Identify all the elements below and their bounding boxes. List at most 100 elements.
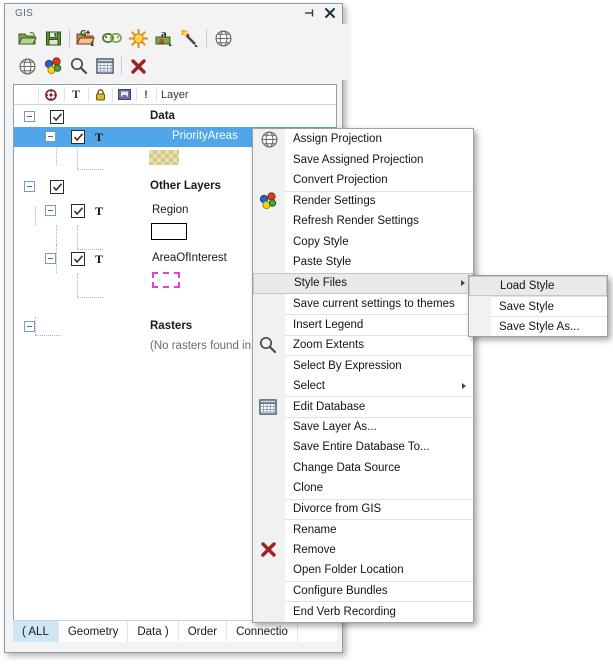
table-button[interactable] xyxy=(92,53,118,79)
checkbox-areaofinterest[interactable] xyxy=(71,252,85,266)
chevron-right-icon xyxy=(461,280,465,286)
menu-item-label: Style Files xyxy=(294,277,348,289)
globe-button[interactable] xyxy=(14,53,40,79)
style-files-submenu[interactable]: Load Style Save Style Save Style As... xyxy=(468,275,608,337)
menu-item-style-files[interactable]: Style Files xyxy=(253,272,473,294)
menu-item-select-by-expression[interactable]: Select By Expression xyxy=(285,355,473,376)
menu-item-label: Refresh Render Settings xyxy=(293,215,419,228)
col-label-header[interactable]: T xyxy=(64,85,88,104)
col-lock-header[interactable] xyxy=(88,85,112,104)
annotation-button[interactable]: a a xyxy=(151,25,177,51)
menu-item-save-assigned-projection[interactable]: Save Assigned Projection xyxy=(285,150,473,171)
menu-item-label: Save current settings to themes xyxy=(293,297,455,310)
symbology-swatch-priorityareas xyxy=(149,150,179,165)
secondary-toolbar xyxy=(5,52,351,80)
menu-item-rename[interactable]: Rename xyxy=(285,519,473,540)
menu-item-label: Remove xyxy=(293,543,336,556)
expander-icon[interactable] xyxy=(45,131,56,142)
tree-row-data[interactable]: Data xyxy=(14,107,336,127)
tab-geometry[interactable]: Geometry xyxy=(59,621,129,642)
menu-item-label: Open Folder Location xyxy=(293,564,404,577)
menu-item-insert-legend[interactable]: Insert Legend xyxy=(285,314,473,335)
checkbox-priorityareas[interactable] xyxy=(71,130,85,144)
menu-item-label: Edit Database xyxy=(293,400,366,413)
menu-item-load-style[interactable]: Load Style xyxy=(469,276,607,296)
text-t-icon: T xyxy=(94,130,103,144)
expander-icon[interactable] xyxy=(24,181,35,192)
tree-label: Rasters xyxy=(150,320,193,332)
menu-item-render-settings[interactable]: Render Settings xyxy=(259,190,473,212)
render-settings-button[interactable] xyxy=(40,53,66,79)
globe-icon xyxy=(257,129,281,149)
menu-item-label: Divorce from GIS xyxy=(293,503,382,516)
menu-item-save-entire-database-to[interactable]: Save Entire Database To... xyxy=(285,437,473,458)
select-wand-button[interactable] xyxy=(177,25,203,51)
window-controls xyxy=(304,7,336,22)
menu-item-select[interactable]: Select xyxy=(285,376,473,397)
menu-item-convert-projection[interactable]: Convert Projection xyxy=(285,170,473,191)
expander-icon[interactable] xyxy=(45,253,56,264)
save-button[interactable] xyxy=(40,25,66,51)
tree-connector xyxy=(56,145,57,165)
menu-item-save-style[interactable]: Save Style xyxy=(491,296,607,316)
expander-icon[interactable] xyxy=(45,205,56,216)
layer-context-menu[interactable]: Assign Projection Save Assigned Projecti… xyxy=(252,128,474,623)
menu-item-label: Save Entire Database To... xyxy=(293,441,430,454)
col-layer-header[interactable]: Layer xyxy=(156,85,221,104)
menu-item-edit-database[interactable]: Edit Database xyxy=(259,396,473,417)
menu-item-end-verb-recording[interactable]: End Verb Recording xyxy=(285,601,473,622)
menu-item-open-folder-location[interactable]: Open Folder Location xyxy=(285,560,473,581)
menu-item-assign-projection[interactable]: Assign Projection xyxy=(260,129,473,150)
col-alert-header[interactable]: ! xyxy=(136,85,156,104)
col-visibility-header[interactable] xyxy=(38,85,64,104)
menu-item-save-style-as[interactable]: Save Style As... xyxy=(491,316,607,336)
tab-order[interactable]: Order xyxy=(179,621,228,642)
menu-item-divorce-from-gis[interactable]: Divorce from GIS xyxy=(285,498,473,520)
open-folder-button[interactable] xyxy=(14,25,40,51)
zoom-button[interactable] xyxy=(66,53,92,79)
pin-icon[interactable] xyxy=(304,7,317,22)
add-geometry-button[interactable]: G xyxy=(73,25,99,51)
page-title: GIS xyxy=(15,8,34,19)
menu-item-label: Zoom Extents xyxy=(293,339,364,352)
submenu-items: Load Style Save Style Save Style As... xyxy=(469,276,607,336)
menu-item-refresh-render-settings[interactable]: Refresh Render Settings xyxy=(285,211,473,232)
projection-button[interactable] xyxy=(210,25,236,51)
red-x-icon xyxy=(256,540,280,560)
tab-all[interactable]: ( ALL xyxy=(13,621,59,642)
remove-button[interactable] xyxy=(125,53,151,79)
bottom-tabs[interactable]: ( ALL Geometry Data ) Order Connectio xyxy=(13,620,337,642)
menu-items: Assign Projection Save Assigned Projecti… xyxy=(253,129,473,622)
menu-item-label: Insert Legend xyxy=(293,318,364,331)
expander-icon[interactable] xyxy=(24,111,35,122)
col-database-header[interactable] xyxy=(112,85,136,104)
menu-item-configure-bundles[interactable]: Configure Bundles xyxy=(285,580,473,602)
menu-item-label: End Verb Recording xyxy=(293,605,396,618)
text-t-icon: T xyxy=(94,204,103,218)
menu-item-label: Configure Bundles xyxy=(293,585,388,598)
checkbox-region[interactable] xyxy=(71,204,85,218)
menu-item-zoom-extents[interactable]: Zoom Extents xyxy=(259,334,473,356)
menu-item-copy-style[interactable]: Copy Style xyxy=(285,232,473,253)
menu-item-change-data-source[interactable]: Change Data Source xyxy=(285,458,473,479)
menu-item-save-layer-as[interactable]: Save Layer As... xyxy=(285,416,473,438)
tree-label: Data xyxy=(150,110,175,122)
tree-connector xyxy=(77,273,78,297)
menu-item-label: Load Style xyxy=(500,280,555,292)
checkbox-other-layers[interactable] xyxy=(50,180,64,194)
render-button[interactable] xyxy=(125,25,151,51)
menu-item-label: Change Data Source xyxy=(293,461,401,474)
menu-item-label: Save Layer As... xyxy=(293,421,377,434)
expander-icon[interactable] xyxy=(24,321,35,332)
tab-connection[interactable]: Connectio xyxy=(227,621,298,642)
close-icon[interactable] xyxy=(324,7,336,22)
layer-tree-header: T ! Layer xyxy=(14,85,336,105)
checkbox-data[interactable] xyxy=(50,110,64,124)
menu-item-clone[interactable]: Clone xyxy=(285,478,473,499)
connection-button[interactable] xyxy=(99,25,125,51)
tab-data[interactable]: Data ) xyxy=(128,621,179,642)
menu-item-remove[interactable]: Remove xyxy=(260,540,473,561)
tree-connector xyxy=(77,169,103,170)
menu-item-paste-style[interactable]: Paste Style xyxy=(285,252,473,273)
menu-item-save-current-settings-to-themes[interactable]: Save current settings to themes xyxy=(285,294,473,315)
